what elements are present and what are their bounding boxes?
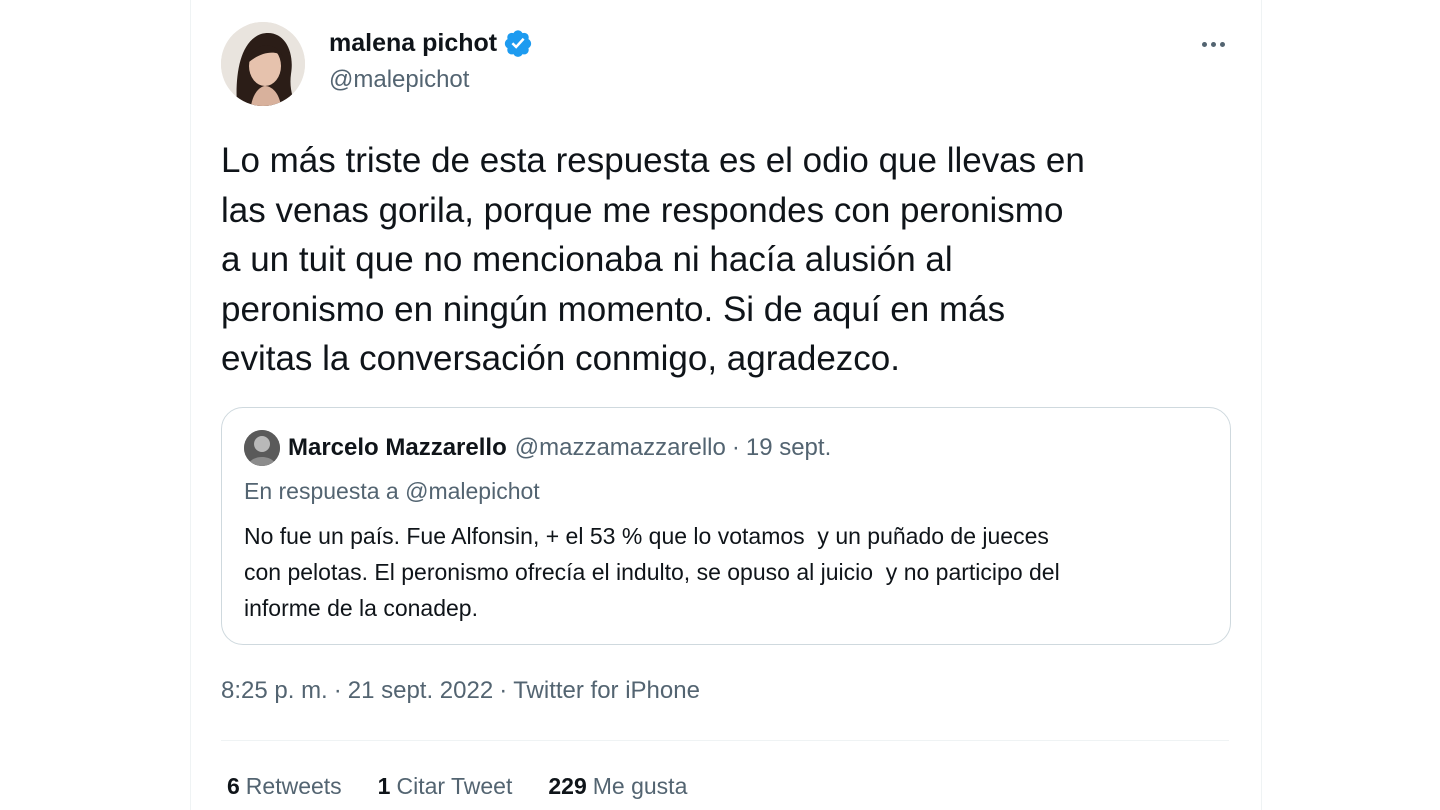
reply-prefix: En respuesta a [244,478,399,504]
likes-stat[interactable]: 229 Me gusta [548,773,687,800]
meta-separator: · [499,677,508,704]
verified-badge-icon [503,28,533,58]
more-options-icon[interactable] [1195,30,1231,58]
divider [221,740,1229,741]
quoted-author-handle: @mazzamazzarello [514,434,726,461]
quote-tweets-stat[interactable]: 1 Citar Tweet [378,773,513,800]
likes-label: Me gusta [592,773,688,799]
reply-to-handle[interactable]: @malepichot [405,478,540,504]
author-avatar[interactable] [221,22,305,106]
tweet-date[interactable]: 21 sept. 2022 [348,677,493,705]
quoted-reply-context: En respuesta a @malepichot [244,478,540,505]
quoted-tweet-text: No fue un país. Fue Alfonsin, + el 53 % … [244,523,1060,621]
quoted-author-avatar [244,430,280,466]
tweet-stats: 6 Retweets 1 Citar Tweet 229 Me gusta [227,773,687,800]
tweet-text: Lo más triste de esta respuesta es el od… [221,141,1085,378]
tweet-card: malena pichot @malepichot Lo más triste … [190,0,1262,810]
meta-separator: · [333,677,342,704]
quoted-tweet-header: Marcelo Mazzarello @mazzamazzarello · 19… [244,430,831,466]
author-name-row: malena pichot [329,28,533,58]
tweet-time[interactable]: 8:25 p. m. [221,677,328,705]
quote-tweets-label: Citar Tweet [396,773,513,799]
author-handle[interactable]: @malepichot [329,66,469,94]
quote-tweets-count: 1 [377,773,391,799]
tweet-meta: 8:25 p. m. · 21 sept. 2022 · Twitter for… [221,677,700,705]
quoted-author-name: Marcelo Mazzarello [288,434,507,461]
quoted-date: 19 sept. [745,434,832,461]
author-name[interactable]: malena pichot [329,29,497,58]
retweets-stat[interactable]: 6 Retweets [227,773,342,800]
tweet-source[interactable]: Twitter for iPhone [513,677,700,705]
likes-count: 229 [548,773,587,799]
quoted-tweet[interactable]: Marcelo Mazzarello @mazzamazzarello · 19… [221,407,1231,645]
retweets-label: Retweets [245,773,342,799]
profile-photo-icon [221,22,305,106]
retweets-count: 6 [227,773,240,799]
quoted-separator: · [731,434,740,461]
